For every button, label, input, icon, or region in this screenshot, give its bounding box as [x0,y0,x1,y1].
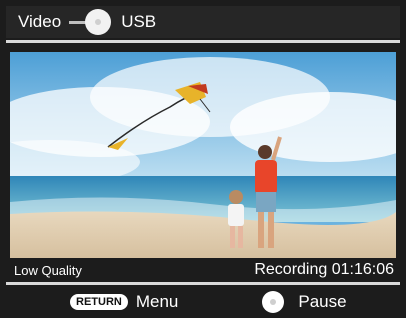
target-label: USB [121,12,157,31]
recording-header: Video USB [6,6,400,38]
pause-label: Pause [298,292,347,311]
header-divider [6,40,400,43]
status-bar: Low Quality Recording 01:16:06 [6,258,400,282]
quality-label: Low Quality [14,262,82,278]
recording-screen: Video USB Low Quality Recording 01:16:06… [0,0,406,318]
footer-divider [6,282,400,285]
recording-timer: Recording 01:16:06 [254,261,394,278]
beach-scene-image [10,52,396,258]
arrow-right-icon [69,9,115,35]
video-preview [10,52,396,258]
circle-button-icon[interactable] [262,291,285,313]
menu-label: Menu [135,292,179,311]
footer-controls: RETURN Menu Pause [6,286,400,318]
return-key-button[interactable]: RETURN [70,294,128,310]
source-label: Video [18,12,62,31]
